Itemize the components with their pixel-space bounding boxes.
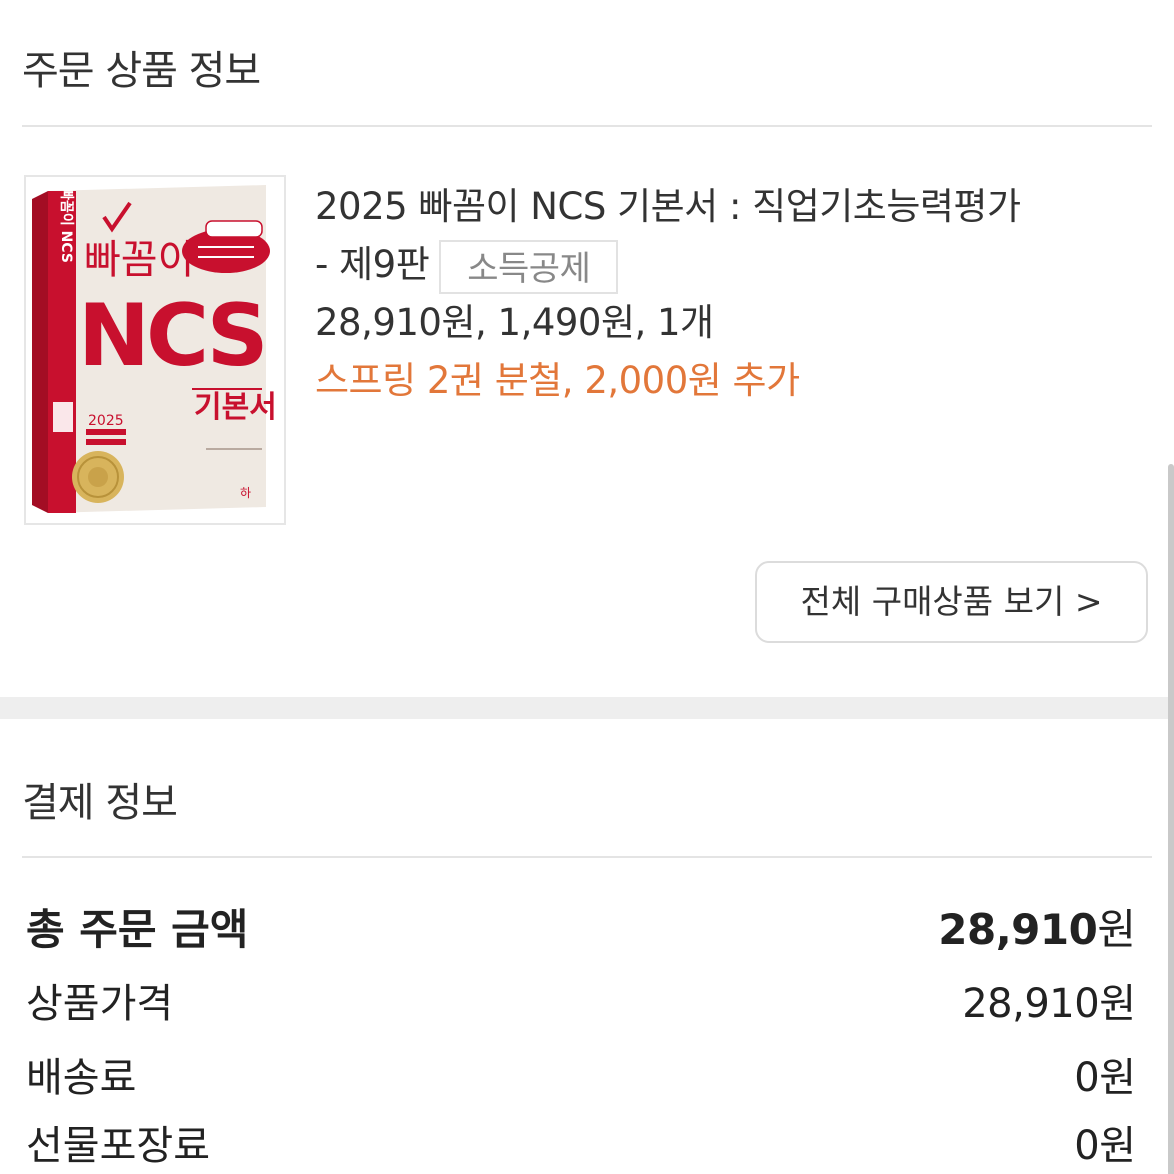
gift-wrap-fee-label: 선물포장료	[26, 1123, 210, 1169]
product-info: 2025 빠꼼이 NCS 기본서 : 직업기초능력평가 - 제9판 소득공제 28…	[315, 178, 1150, 410]
order-section-divider	[22, 125, 1152, 127]
product-price-row: 상품가격 28,910원	[26, 970, 1136, 1030]
section-separator-band	[0, 697, 1174, 719]
product-name-line1[interactable]: 2025 빠꼼이 NCS 기본서 : 직업기초능력평가	[315, 185, 1021, 228]
order-detail-page: 주문 상품 정보 빠꼼이 NCS 빠꼼이 NCS 기본서 2025 하 2025…	[0, 0, 1174, 1174]
shipping-fee-label: 배송료	[26, 1055, 137, 1101]
gift-wrap-fee-row: 선물포장료 0원	[26, 1112, 1136, 1172]
scrollbar[interactable]	[1168, 464, 1174, 1174]
order-section-title: 주문 상품 정보	[22, 48, 261, 94]
product-price-value: 28,910원	[962, 981, 1136, 1027]
shipping-fee-row: 배송료 0원	[26, 1044, 1136, 1104]
product-price-summary: 28,910원, 1,490원, 1개	[315, 301, 714, 344]
product-price-label: 상품가격	[26, 981, 174, 1027]
cover-year: 2025	[88, 413, 124, 429]
product-option-note: 스프링 2권 분철, 2,000원 추가	[315, 359, 800, 402]
gift-wrap-fee-value: 0원	[1074, 1123, 1136, 1169]
total-order-amount-value: 28,910원	[938, 904, 1136, 954]
cover-title: NCS	[78, 286, 265, 386]
cover-subtitle: 기본서	[194, 390, 277, 425]
view-all-purchases-button[interactable]: 전체 구매상품 보기 >	[755, 561, 1148, 643]
product-name[interactable]: 2025 빠꼼이 NCS 기본서 : 직업기초능력평가 - 제9판 소득공제	[315, 178, 1150, 294]
spine-text: 빠꼼이 NCS	[58, 187, 75, 263]
product-thumbnail[interactable]: 빠꼼이 NCS 빠꼼이 NCS 기본서 2025 하	[24, 175, 286, 525]
income-deduction-tag: 소득공제	[439, 239, 619, 294]
total-order-amount-row: 총 주문 금액 28,910원	[26, 896, 1136, 956]
total-order-amount-label: 총 주문 금액	[26, 904, 249, 954]
payment-section-divider	[22, 856, 1152, 858]
shipping-fee-value: 0원	[1074, 1055, 1136, 1101]
cover-publisher: 하	[240, 486, 251, 500]
cover-brand: 빠꼼이	[84, 237, 194, 283]
payment-section-title: 결제 정보	[22, 780, 178, 826]
book-cover-image: 빠꼼이 NCS 빠꼼이 NCS 기본서 2025 하	[26, 177, 284, 523]
product-name-line2[interactable]: - 제9판	[315, 243, 430, 286]
